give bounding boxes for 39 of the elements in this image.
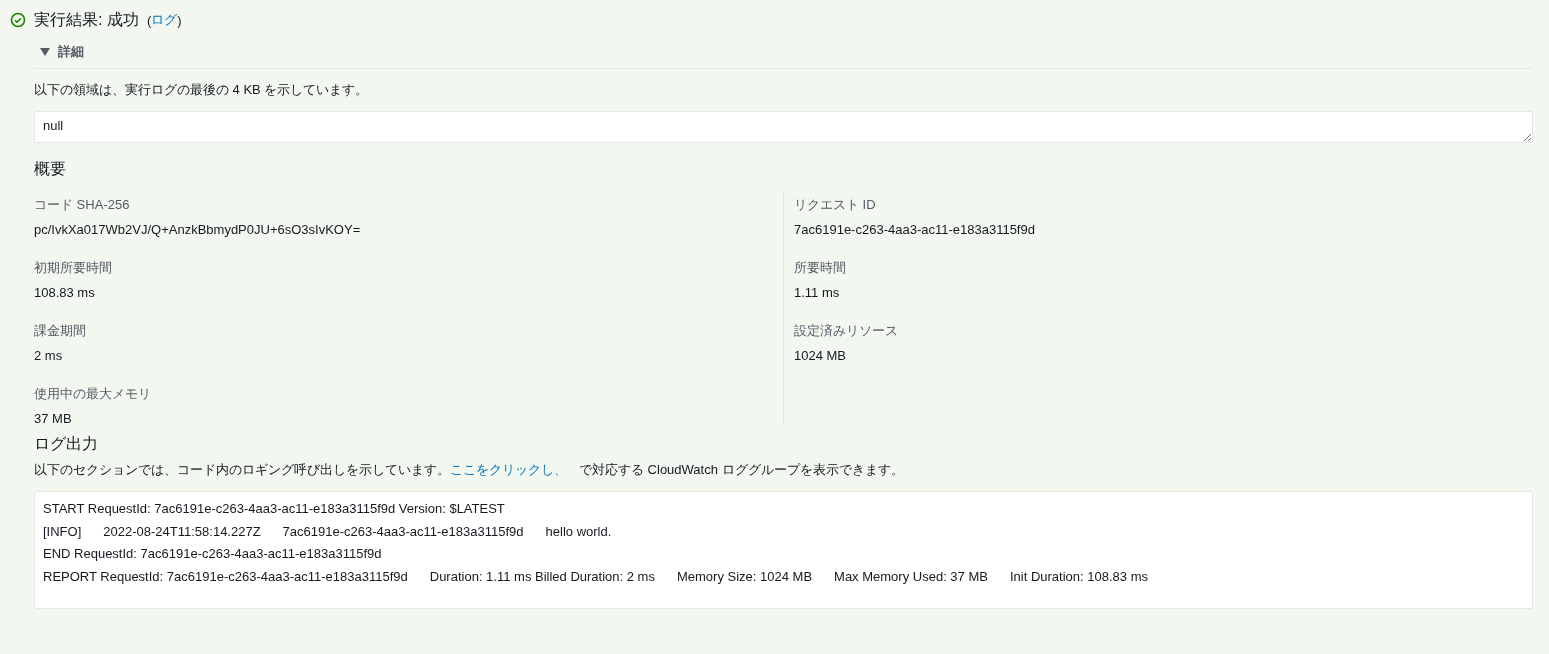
output-field[interactable]: null	[34, 111, 1533, 143]
paren: )	[177, 12, 182, 28]
log-text: hello world.	[545, 522, 612, 541]
log-text: Max Memory Used: 37 MB	[834, 567, 988, 586]
details-toggle[interactable]: 詳細	[58, 43, 84, 61]
field-value: 2 ms	[34, 348, 64, 363]
log-description: で対応する CloudWatch ロググループを表示できます。	[579, 461, 904, 479]
details-description: 以下の領域は、実行ログの最後の 4 KB を示しています。	[34, 81, 370, 99]
log-text: Duration: 1.11 ms Billed Duration: 2 ms	[429, 567, 655, 586]
field-label: 課金期間	[34, 322, 87, 340]
field-label: 使用中の最大メモリ	[34, 385, 152, 403]
log-text: Init Duration: 108.83 ms	[1009, 567, 1148, 586]
field-value: 108.83 ms	[34, 285, 96, 300]
log-description: 以下のセクションでは、コード内のロギング呼び出しを示しています。	[34, 461, 450, 479]
caret-icon[interactable]	[40, 48, 50, 56]
log-text: 7ac6191e-c263-4aa3-ac11-e183a3115f9d	[282, 522, 524, 541]
summary-heading: 概要	[34, 159, 67, 179]
field-value: 7ac6191e-c263-4aa3-ac11-e183a3115f9d	[794, 222, 1036, 237]
log-link[interactable]: ログ	[151, 11, 178, 29]
field-value: 1024 MB	[794, 348, 848, 363]
field-label: 設定済みリソース	[794, 322, 899, 340]
field-label: 所要時間	[794, 259, 847, 277]
field-value: 37 MB	[34, 411, 73, 426]
field-label: コード SHA-256	[34, 196, 131, 214]
log-output-field[interactable]	[34, 491, 1533, 609]
result-title: 実行結果: 成功	[34, 9, 139, 30]
log-text: START RequestId: 7ac6191e-c263-4aa3-ac11-e183a3115f9d Version: $LATEST	[43, 500, 505, 518]
field-value: pc/IvkXa017Wb2VJ/Q+AnzkBbmydP0JU+6sO3sIvKOY=	[34, 222, 362, 237]
field-label: 初期所要時間	[34, 259, 113, 277]
field-label: リクエスト ID	[794, 196, 877, 214]
cloudwatch-link[interactable]: ここをクリックし、	[450, 461, 567, 479]
log-text: 2022-08-24T11:58:14.227Z	[103, 522, 261, 541]
log-text: [INFO]	[43, 522, 82, 541]
log-output-heading: ログ出力	[34, 434, 99, 454]
paren: (	[146, 12, 152, 28]
log-text: REPORT RequestId: 7ac6191e-c263-4aa3-ac11-e183a3115f9d	[43, 567, 408, 586]
log-text: Memory Size: 1024 MB	[676, 567, 813, 586]
field-value: 1.11 ms	[794, 285, 841, 300]
log-text: END RequestId: 7ac6191e-c263-4aa3-ac11-e183a3115f9d	[43, 545, 382, 563]
